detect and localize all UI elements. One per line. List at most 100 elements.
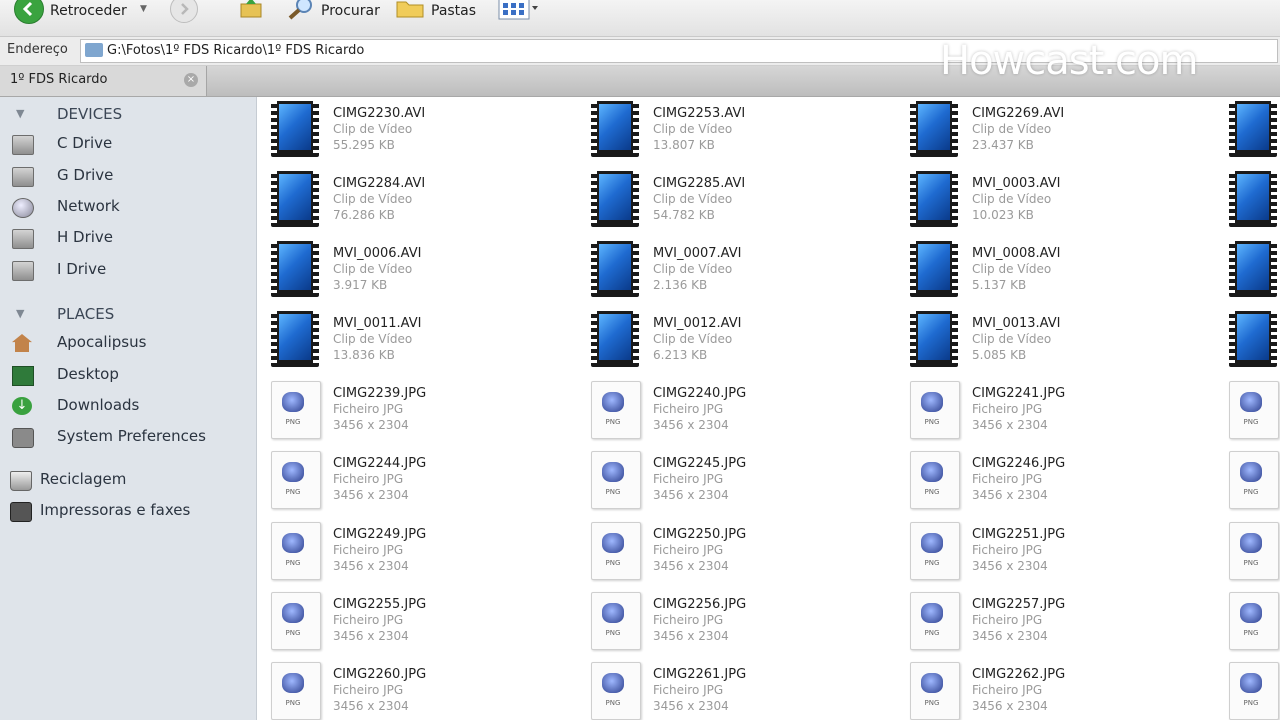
image-file-icon[interactable] xyxy=(591,451,641,509)
disclosure-triangle-icon[interactable]: ▼ xyxy=(16,307,24,320)
file-item[interactable]: CIMG2284.AVI Clip de Vídeo 76.286 KB xyxy=(271,171,581,231)
file-name[interactable]: CIMG2251.JPG xyxy=(972,527,1065,542)
file-item[interactable]: MVI_0013.AVI Clip de Vídeo 5.085 KB xyxy=(910,311,1220,371)
image-file-icon[interactable] xyxy=(591,522,641,580)
file-name[interactable]: CIMG2244.JPG xyxy=(333,456,426,471)
file-item[interactable]: CIMG2239.JPGFicheiro JPG 3456 x 2304 xyxy=(271,381,581,441)
file-item[interactable]: CIMG2255.JPGFicheiro JPG 3456 x 2304 xyxy=(271,592,581,652)
file-item[interactable]: CIMG2244.JPGFicheiro JPG 3456 x 2304 xyxy=(271,451,581,511)
sidebar-item-apocalipsus[interactable]: Apocalipsus xyxy=(0,330,256,356)
file-item[interactable]: CIMG2230.AVI Clip de Vídeo 55.295 KB xyxy=(271,101,581,161)
file-name[interactable]: CIMG2284.AVI xyxy=(333,176,425,191)
view-mode-icon[interactable] xyxy=(498,0,540,20)
file-name[interactable]: MVI_0011.AVI xyxy=(333,316,421,331)
video-file-icon[interactable] xyxy=(591,311,639,367)
image-file-icon[interactable] xyxy=(910,592,960,650)
image-file-icon[interactable] xyxy=(271,662,321,720)
video-file-icon[interactable] xyxy=(910,171,958,227)
file-item[interactable]: CIMG2257.JPGFicheiro JPG 3456 x 2304 xyxy=(910,592,1220,652)
file-item[interactable] xyxy=(1229,592,1280,652)
video-file-icon[interactable] xyxy=(271,171,319,227)
back-arrow-icon[interactable] xyxy=(14,0,44,24)
sidebar-item-downloads[interactable]: ↓ Downloads xyxy=(0,393,256,419)
file-item[interactable]: CIMG2249.JPGFicheiro JPG 3456 x 2304 xyxy=(271,522,581,582)
file-item[interactable]: CIMG2241.JPGFicheiro JPG 3456 x 2304 xyxy=(910,381,1220,441)
file-name[interactable]: CIMG2285.AVI xyxy=(653,176,745,191)
folders-button-label[interactable]: Pastas xyxy=(431,0,476,22)
file-item[interactable]: MVI_0003.AVI Clip de Vídeo 10.023 KB xyxy=(910,171,1220,231)
file-name[interactable]: CIMG2261.JPG xyxy=(653,667,746,682)
image-file-icon[interactable] xyxy=(271,522,321,580)
sidebar-item-system-preferences[interactable]: System Preferences xyxy=(0,424,256,450)
video-file-icon[interactable] xyxy=(271,241,319,297)
file-item[interactable] xyxy=(1229,522,1280,582)
file-name[interactable]: CIMG2256.JPG xyxy=(653,597,746,612)
image-file-icon[interactable] xyxy=(591,381,641,439)
file-name[interactable]: CIMG2250.JPG xyxy=(653,527,746,542)
file-name[interactable]: CIMG2255.JPG xyxy=(333,597,426,612)
image-file-icon[interactable] xyxy=(1229,662,1279,720)
file-item[interactable]: CIMG2246.JPGFicheiro JPG 3456 x 2304 xyxy=(910,451,1220,511)
file-name[interactable]: CIMG2240.JPG xyxy=(653,386,746,401)
sidebar-item-c-drive[interactable]: C Drive xyxy=(0,131,256,157)
file-item[interactable]: CIMG2261.JPGFicheiro JPG 3456 x 2304 xyxy=(591,662,901,720)
file-item[interactable]: CIMG2256.JPGFicheiro JPG 3456 x 2304 xyxy=(591,592,901,652)
sidebar-item-desktop[interactable]: Desktop xyxy=(0,362,256,388)
file-name[interactable]: MVI_0008.AVI xyxy=(972,246,1060,261)
file-name[interactable]: CIMG2249.JPG xyxy=(333,527,426,542)
image-file-icon[interactable] xyxy=(1229,522,1279,580)
sidebar-item-g-drive[interactable]: G Drive xyxy=(0,163,256,189)
file-item[interactable]: MVI_0006.AVI Clip de Vídeo 3.917 KB xyxy=(271,241,581,301)
sidebar-item-i-drive[interactable]: I Drive xyxy=(0,257,256,283)
sidebar-item-impressoras[interactable]: Impressoras e faxes xyxy=(0,498,256,524)
image-file-icon[interactable] xyxy=(271,381,321,439)
video-file-icon[interactable] xyxy=(271,101,319,157)
file-name[interactable]: CIMG2230.AVI xyxy=(333,106,425,121)
file-name[interactable]: CIMG2253.AVI xyxy=(653,106,745,121)
file-item[interactable]: CIMG2240.JPGFicheiro JPG 3456 x 2304 xyxy=(591,381,901,441)
file-item[interactable]: MVI_0007.AVI Clip de Vídeo 2.136 KB xyxy=(591,241,901,301)
video-file-icon[interactable] xyxy=(271,311,319,367)
image-file-icon[interactable] xyxy=(1229,592,1279,650)
file-name[interactable]: MVI_0013.AVI xyxy=(972,316,1060,331)
file-name[interactable]: MVI_0003.AVI xyxy=(972,176,1060,191)
folders-icon[interactable] xyxy=(396,0,424,18)
file-name[interactable]: MVI_0007.AVI xyxy=(653,246,741,261)
file-name[interactable]: CIMG2260.JPG xyxy=(333,667,426,682)
file-item[interactable]: CIMG2250.JPGFicheiro JPG 3456 x 2304 xyxy=(591,522,901,582)
file-item[interactable] xyxy=(1229,101,1280,161)
back-history-caret-icon[interactable]: ▼ xyxy=(140,4,147,14)
file-item[interactable]: CIMG2285.AVI Clip de Vídeo 54.782 KB xyxy=(591,171,901,231)
file-name[interactable]: CIMG2239.JPG xyxy=(333,386,426,401)
file-item[interactable]: CIMG2251.JPGFicheiro JPG 3456 x 2304 xyxy=(910,522,1220,582)
file-item[interactable] xyxy=(1229,171,1280,231)
file-item[interactable] xyxy=(1229,662,1280,720)
file-name[interactable]: MVI_0012.AVI xyxy=(653,316,741,331)
sidebar-item-h-drive[interactable]: H Drive xyxy=(0,225,256,251)
file-item[interactable]: CIMG2269.AVI Clip de Vídeo 23.437 KB xyxy=(910,101,1220,161)
image-file-icon[interactable] xyxy=(910,451,960,509)
disclosure-triangle-icon[interactable]: ▼ xyxy=(16,107,24,120)
sidebar-item-reciclagem[interactable]: Reciclagem xyxy=(0,467,256,493)
video-file-icon[interactable] xyxy=(591,241,639,297)
file-name[interactable]: CIMG2257.JPG xyxy=(972,597,1065,612)
search-icon[interactable] xyxy=(286,0,316,20)
file-name[interactable]: CIMG2269.AVI xyxy=(972,106,1064,121)
search-button-label[interactable]: Procurar xyxy=(321,0,380,22)
video-file-icon[interactable] xyxy=(910,311,958,367)
image-file-icon[interactable] xyxy=(910,381,960,439)
file-item[interactable] xyxy=(1229,311,1280,371)
file-item[interactable]: MVI_0011.AVI Clip de Vídeo 13.836 KB xyxy=(271,311,581,371)
file-item[interactable]: CIMG2253.AVI Clip de Vídeo 13.807 KB xyxy=(591,101,901,161)
image-file-icon[interactable] xyxy=(591,592,641,650)
file-item[interactable]: CIMG2262.JPGFicheiro JPG 3456 x 2304 xyxy=(910,662,1220,720)
up-folder-icon[interactable] xyxy=(240,0,262,18)
image-file-icon[interactable] xyxy=(1229,381,1279,439)
video-file-icon[interactable] xyxy=(1229,171,1277,227)
image-file-icon[interactable] xyxy=(271,592,321,650)
file-item[interactable]: CIMG2260.JPGFicheiro JPG 3456 x 2304 xyxy=(271,662,581,720)
file-item[interactable]: MVI_0008.AVI Clip de Vídeo 5.137 KB xyxy=(910,241,1220,301)
video-file-icon[interactable] xyxy=(1229,311,1277,367)
image-file-icon[interactable] xyxy=(910,522,960,580)
video-file-icon[interactable] xyxy=(591,101,639,157)
